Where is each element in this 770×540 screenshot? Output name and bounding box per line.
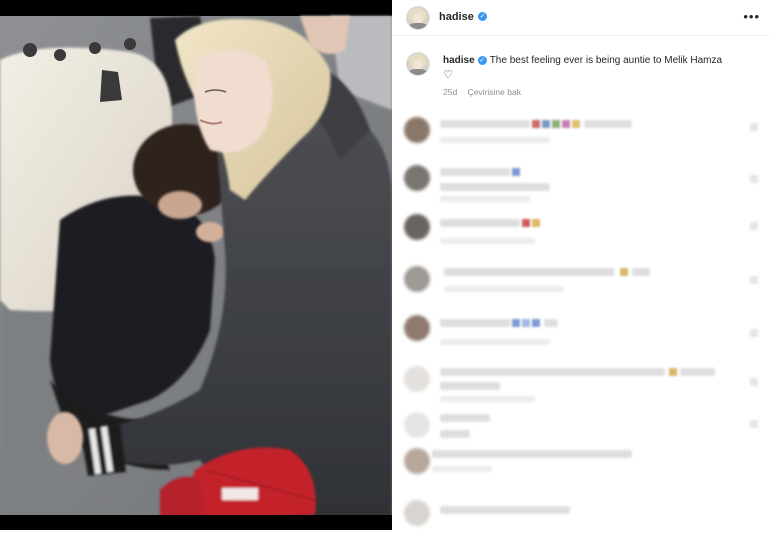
comment-text [440,430,470,438]
comment-emoji [532,219,540,227]
comment-item [392,115,770,159]
comment-text [544,319,558,327]
comment-avatar [404,315,430,341]
comment-meta [440,196,530,202]
comment-meta [440,238,535,244]
comment-avatar [404,412,430,438]
comment-emoji [512,319,520,327]
comment-like-icon[interactable] [750,276,758,284]
comment-meta [440,137,550,143]
comment-emoji [512,168,520,176]
comment-avatar [404,214,430,240]
post-caption: hadise ✓ The best feeling ever is being au… [443,54,753,68]
comment-meta [440,396,535,402]
post-age: 25d [443,87,458,97]
comment-text [440,319,510,327]
post-image [0,0,392,530]
comment-meta [440,339,550,345]
verified-badge-icon: ✓ [478,12,487,21]
comment-text [444,268,614,276]
comment-avatar [404,117,430,143]
comment-like-icon[interactable] [750,329,758,337]
comment-avatar [404,500,430,526]
comment-emoji [552,120,560,128]
comment-item [392,446,770,490]
comment-text [440,382,500,390]
instagram-post-view: hadise ✓ ••• hadise ✓ The best feeling eve… [0,0,770,530]
post-photo[interactable] [0,0,392,530]
comment-emoji [572,120,580,128]
comment-avatar [404,366,430,392]
comment-text [440,120,530,128]
translate-link[interactable]: Çevirisine bak [468,87,521,97]
comment-like-icon[interactable] [750,123,758,131]
comment-avatar [404,266,430,292]
comment-item [392,163,770,207]
header-avatar[interactable] [406,6,430,30]
comment-emoji [542,120,550,128]
comment-text [584,120,632,128]
heart-icon: ♡ [443,69,453,81]
comment-text [440,506,570,514]
caption-username[interactable]: hadise [443,55,475,66]
comment-text [440,183,550,191]
comment-avatar [404,165,430,191]
comment-like-icon[interactable] [750,420,758,428]
post-header: hadise ✓ ••• [392,0,770,36]
more-options-icon[interactable]: ••• [743,9,760,24]
comment-text [440,414,490,422]
comment-emoji [562,120,570,128]
caption-avatar[interactable] [406,52,430,76]
comment-item [392,496,770,540]
comment-item [392,212,770,256]
comment-text [432,450,632,458]
comment-emoji [669,368,677,376]
comment-emoji [522,319,530,327]
comment-like-icon[interactable] [750,175,758,183]
comment-text [680,368,715,376]
comment-emoji [620,268,628,276]
header-username[interactable]: hadise [439,11,474,23]
comment-text [440,368,665,376]
comment-emoji [522,219,530,227]
comment-like-icon[interactable] [750,378,758,386]
comment-text [440,168,510,176]
comment-item [392,262,770,306]
comment-text [632,268,650,276]
comment-meta [432,466,492,472]
caption-meta: 25d Çevirisine bak [443,87,529,97]
post-details-panel: hadise ✓ ••• hadise ✓ The best feeling eve… [392,0,770,530]
comment-emoji [532,120,540,128]
caption-text: The best feeling ever is being auntie to… [489,55,723,66]
comment-like-icon[interactable] [750,222,758,230]
comment-item [392,362,770,406]
comment-avatar [404,448,430,474]
comment-meta [444,286,564,292]
verified-badge-icon: ✓ [477,56,487,65]
comment-item [392,313,770,357]
comment-text [440,219,520,227]
comment-emoji [532,319,540,327]
